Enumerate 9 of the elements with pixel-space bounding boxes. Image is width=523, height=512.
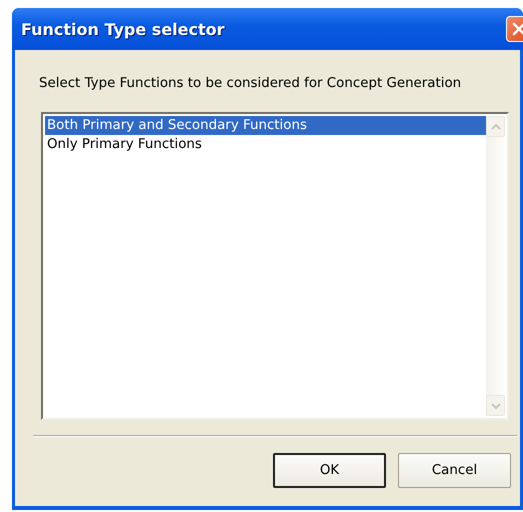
list-item[interactable]: Only Primary Functions [45, 135, 486, 154]
prompt-text: Select Type Functions to be considered for Concept Generation [39, 76, 462, 91]
close-icon [512, 22, 523, 36]
list-item[interactable]: Both Primary and Secondary Functions [45, 116, 486, 135]
window-title: Function Type selector [21, 20, 225, 38]
ok-button[interactable]: OK [273, 453, 386, 488]
cancel-button[interactable]: Cancel [398, 453, 511, 488]
scroll-up-button[interactable] [486, 116, 505, 137]
scroll-down-button[interactable] [486, 395, 505, 416]
